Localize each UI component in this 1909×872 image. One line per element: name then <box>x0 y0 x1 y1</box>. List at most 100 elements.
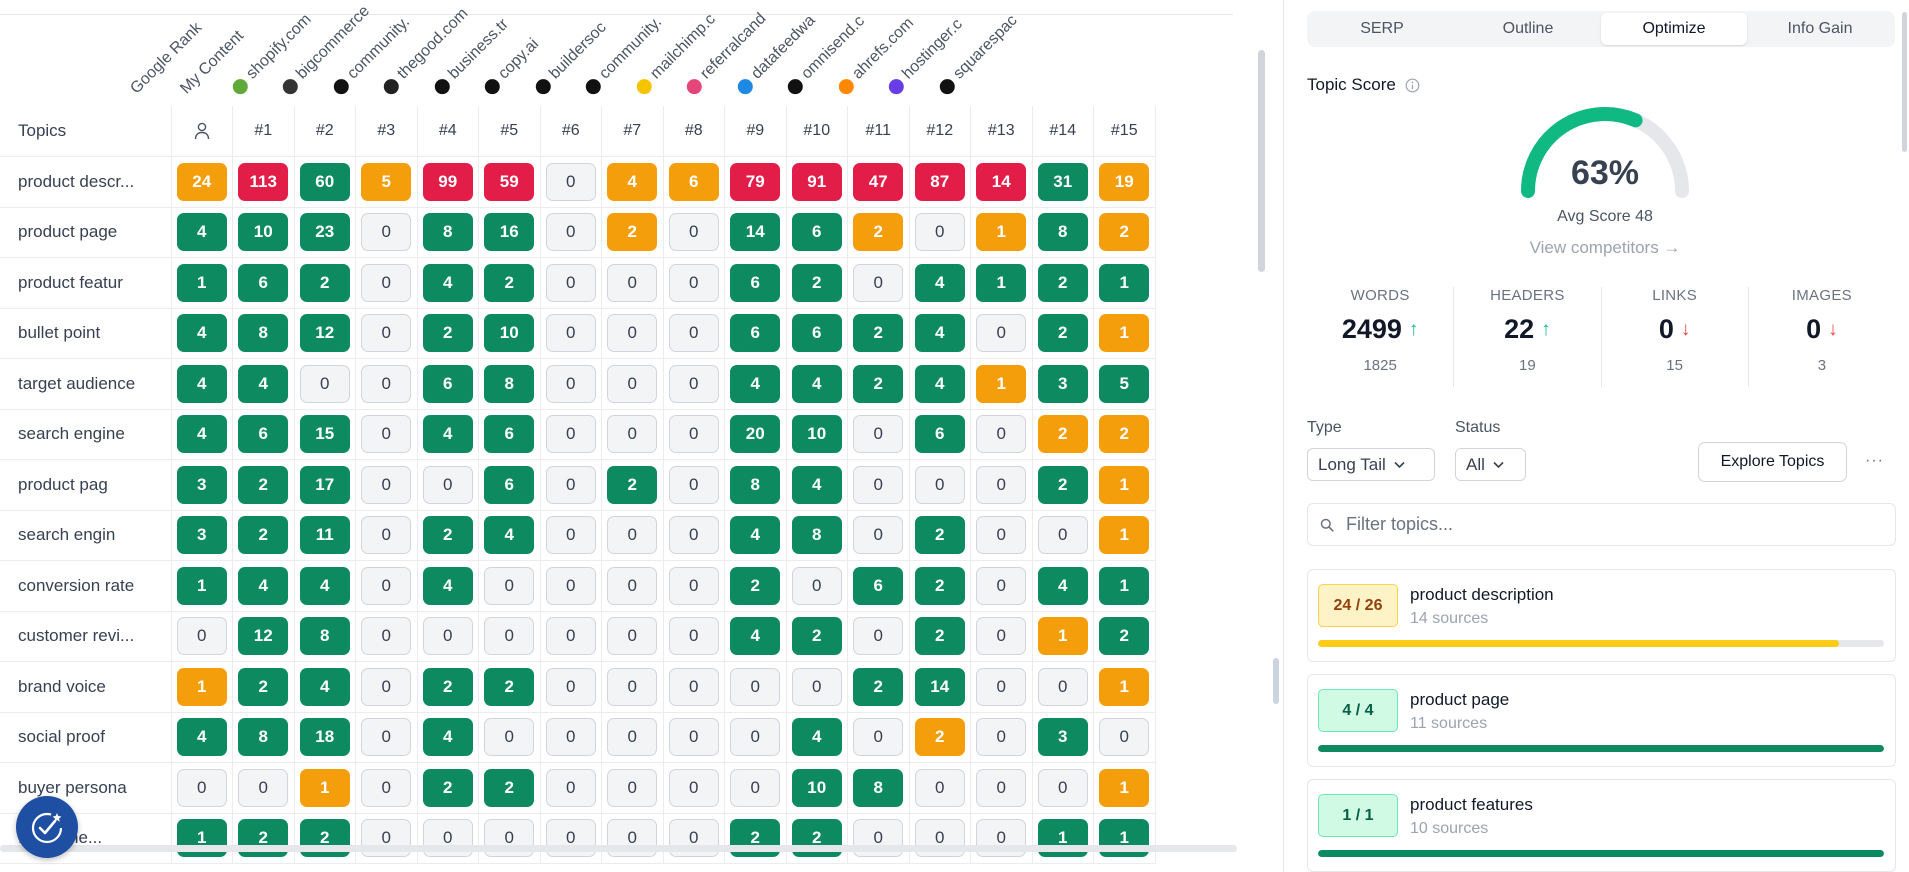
competitor-count[interactable]: 4 <box>422 566 473 605</box>
competitor-count[interactable]: 2 <box>1037 314 1088 353</box>
competitor-count[interactable]: 2 <box>730 566 781 605</box>
competitor-count[interactable]: 0 <box>484 617 535 656</box>
competitor-count[interactable]: 8 <box>791 516 842 555</box>
competitor-count[interactable]: 11 <box>299 516 350 555</box>
competitor-count[interactable]: 6 <box>853 566 904 605</box>
competitor-count[interactable]: 12 <box>299 314 350 353</box>
competitor-count[interactable]: 4 <box>484 516 535 555</box>
competitor-count[interactable]: 0 <box>668 566 719 605</box>
competitor-count[interactable]: 12 <box>238 617 289 656</box>
competitor-count[interactable]: 0 <box>422 465 473 504</box>
competitor-count[interactable]: 6 <box>668 162 719 201</box>
view-competitors-link[interactable]: View competitors → <box>1480 238 1730 258</box>
competitor-count[interactable]: 2 <box>607 213 658 252</box>
competitor-count[interactable]: 0 <box>976 768 1027 807</box>
competitor-count[interactable]: 4 <box>299 667 350 706</box>
competitor-count[interactable]: 8 <box>853 768 904 807</box>
competitor-count[interactable]: 0 <box>545 516 596 555</box>
competitor-count[interactable]: 0 <box>914 465 965 504</box>
competitor-count[interactable]: 113 <box>238 162 289 201</box>
competitor-count[interactable]: 0 <box>668 516 719 555</box>
competitor-count[interactable]: 0 <box>668 364 719 403</box>
my-content-count[interactable]: 1 <box>176 263 227 302</box>
competitor-count[interactable]: 14 <box>976 162 1027 201</box>
competitor-count[interactable]: 2 <box>422 516 473 555</box>
panel-scrollbar[interactable] <box>1902 12 1907 152</box>
competitor-count[interactable]: 2 <box>422 314 473 353</box>
competitor-count[interactable]: 0 <box>607 263 658 302</box>
competitor-count[interactable]: 0 <box>976 617 1027 656</box>
competitor-count[interactable]: 2 <box>791 617 842 656</box>
competitor-count[interactable]: 4 <box>422 415 473 454</box>
assistant-button[interactable] <box>16 796 78 858</box>
competitor-count[interactable]: 14 <box>914 667 965 706</box>
my-content-count[interactable]: 4 <box>176 718 227 757</box>
filter-topics-field[interactable] <box>1307 503 1896 546</box>
competitor-count[interactable]: 6 <box>238 415 289 454</box>
competitor-count[interactable]: 0 <box>607 516 658 555</box>
competitor-count[interactable]: 0 <box>361 263 412 302</box>
competitor-count[interactable]: 8 <box>484 364 535 403</box>
competitor-count[interactable]: 0 <box>607 768 658 807</box>
competitor-count[interactable]: 2 <box>1099 213 1150 252</box>
competitor-count[interactable]: 15 <box>299 415 350 454</box>
competitor-count[interactable]: 4 <box>238 364 289 403</box>
topic-card[interactable]: 1 / 1 product features 10 sources <box>1307 779 1896 872</box>
competitor-count[interactable]: 2 <box>238 516 289 555</box>
competitor-count[interactable]: 0 <box>730 667 781 706</box>
competitor-count[interactable]: 8 <box>422 213 473 252</box>
competitor-count[interactable]: 0 <box>914 213 965 252</box>
competitor-count[interactable]: 0 <box>545 314 596 353</box>
competitor-count[interactable]: 1 <box>1099 768 1150 807</box>
competitor-count[interactable]: 2 <box>1037 263 1088 302</box>
competitor-count[interactable]: 0 <box>668 465 719 504</box>
competitor-count[interactable]: 0 <box>545 768 596 807</box>
tab-optimize[interactable]: Optimize <box>1601 13 1747 45</box>
competitor-count[interactable]: 1 <box>1099 465 1150 504</box>
competitor-count[interactable]: 0 <box>484 566 535 605</box>
competitor-count[interactable]: 0 <box>545 415 596 454</box>
competitor-count[interactable]: 2 <box>238 667 289 706</box>
competitor-count[interactable]: 79 <box>730 162 781 201</box>
competitor-count[interactable]: 0 <box>1037 516 1088 555</box>
competitor-count[interactable]: 0 <box>545 667 596 706</box>
competitor-count[interactable]: 10 <box>791 415 842 454</box>
competitor-count[interactable]: 4 <box>422 263 473 302</box>
competitor-count[interactable]: 6 <box>484 465 535 504</box>
competitor-count[interactable]: 60 <box>299 162 350 201</box>
competitor-count[interactable]: 2 <box>914 617 965 656</box>
competitor-count[interactable]: 2 <box>299 263 350 302</box>
competitor-count[interactable]: 2 <box>1037 465 1088 504</box>
competitor-count[interactable]: 10 <box>791 768 842 807</box>
competitor-count[interactable]: 8 <box>299 617 350 656</box>
competitor-count[interactable]: 4 <box>422 718 473 757</box>
my-content-count[interactable]: 4 <box>176 314 227 353</box>
competitor-count[interactable]: 2 <box>914 718 965 757</box>
competitor-count[interactable]: 1 <box>976 263 1027 302</box>
competitor-count[interactable]: 0 <box>1099 718 1150 757</box>
my-content-count[interactable]: 4 <box>176 364 227 403</box>
competitor-count[interactable]: 1 <box>976 364 1027 403</box>
competitor-count[interactable]: 2 <box>422 768 473 807</box>
competitor-count[interactable]: 8 <box>1037 213 1088 252</box>
competitor-count[interactable]: 2 <box>791 263 842 302</box>
competitor-count[interactable]: 0 <box>545 566 596 605</box>
competitor-count[interactable]: 1 <box>1099 566 1150 605</box>
competitor-count[interactable]: 1 <box>1099 314 1150 353</box>
competitor-count[interactable]: 0 <box>361 566 412 605</box>
competitor-count[interactable]: 4 <box>730 364 781 403</box>
competitor-count[interactable]: 4 <box>299 566 350 605</box>
competitor-count[interactable]: 0 <box>607 566 658 605</box>
competitor-count[interactable]: 2 <box>914 566 965 605</box>
competitor-count[interactable]: 0 <box>976 465 1027 504</box>
competitor-count[interactable]: 6 <box>791 213 842 252</box>
competitor-count[interactable]: 0 <box>791 566 842 605</box>
competitor-count[interactable]: 0 <box>668 617 719 656</box>
competitor-count[interactable]: 6 <box>484 415 535 454</box>
competitor-count[interactable]: 6 <box>914 415 965 454</box>
topic-card[interactable]: 4 / 4 product page 11 sources <box>1307 674 1896 767</box>
competitor-count[interactable]: 0 <box>545 718 596 757</box>
competitor-count[interactable]: 47 <box>853 162 904 201</box>
competitor-count[interactable]: 0 <box>484 718 535 757</box>
competitor-count[interactable]: 1 <box>1037 617 1088 656</box>
